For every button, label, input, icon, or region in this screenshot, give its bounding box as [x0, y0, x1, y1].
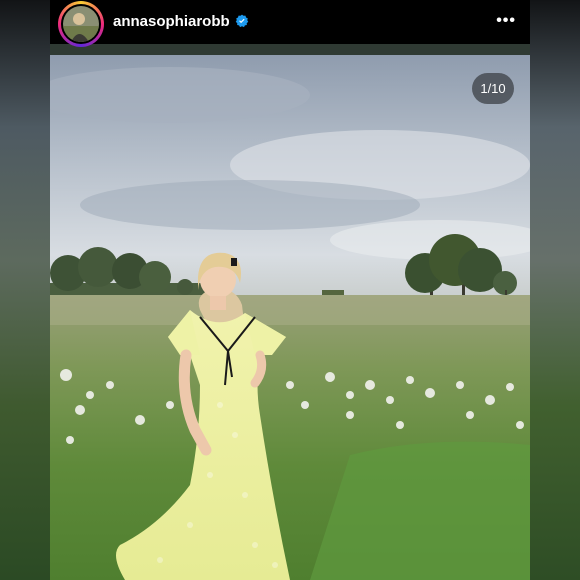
blurred-background-left [0, 0, 50, 580]
story-ring[interactable] [58, 1, 104, 47]
avatar[interactable] [61, 4, 101, 44]
username[interactable]: annasophiarobb [113, 13, 230, 30]
carousel-counter: 1/10 [472, 73, 514, 104]
verified-badge-icon [235, 14, 249, 28]
more-options-icon[interactable]: ••• [496, 12, 516, 30]
blurred-background-right [530, 0, 580, 580]
instagram-post: annasophiarobb ••• 1/10 [50, 0, 530, 580]
post-photo[interactable] [50, 55, 530, 580]
meadow [50, 295, 530, 580]
post-header: annasophiarobb ••• [50, 0, 530, 47]
